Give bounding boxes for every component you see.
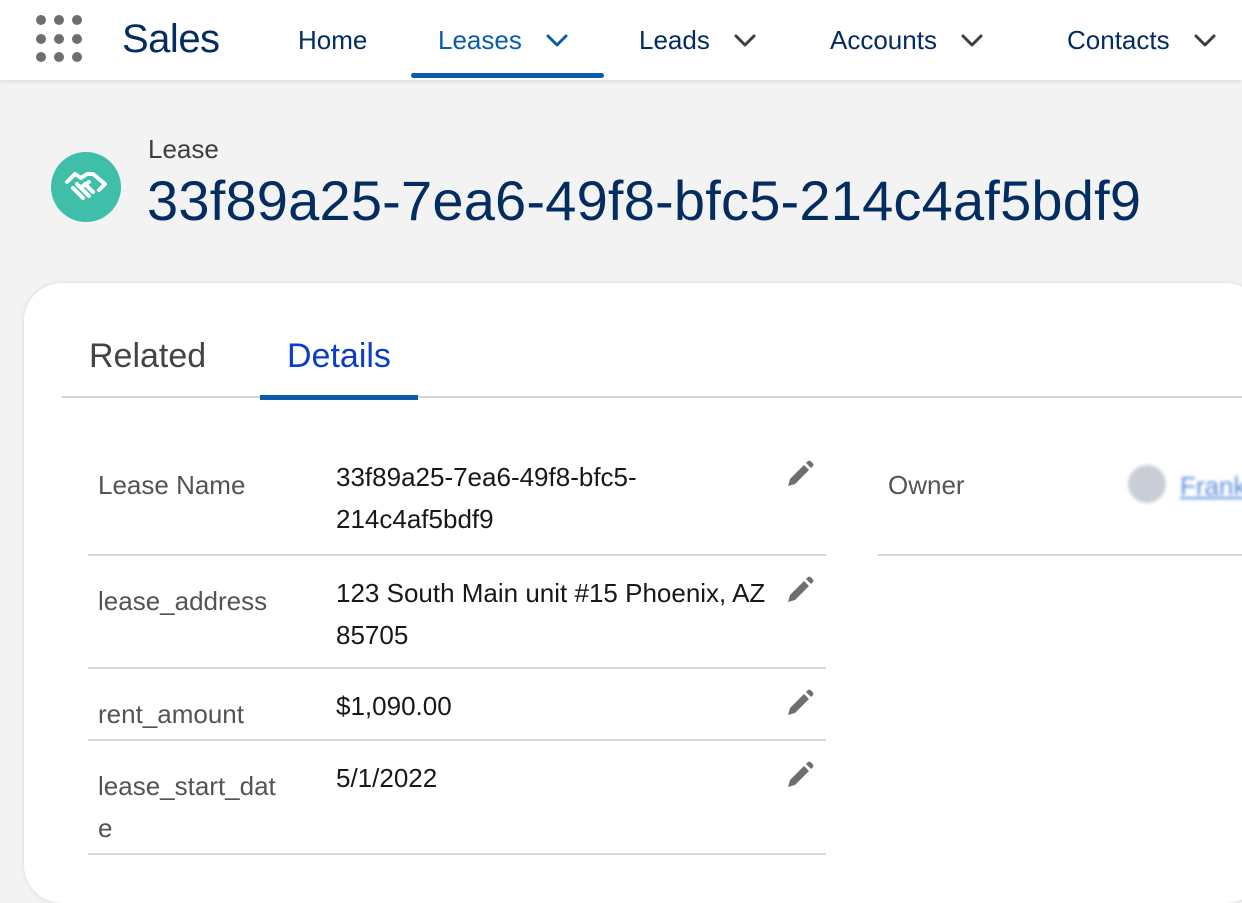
field-label: lease_address	[98, 586, 268, 616]
owner-avatar	[1128, 465, 1166, 503]
pencil-edit-icon[interactable]	[782, 687, 816, 721]
field-lease-start-date: lease_start_date 5/1/2022	[88, 741, 826, 855]
field-label: Lease Name	[98, 470, 246, 500]
pencil-edit-icon[interactable]	[782, 458, 816, 492]
field-lease-name: Lease Name 33f89a25-7ea6-49f8-bfc5-214c4…	[88, 440, 826, 556]
record-tabs: Related Details	[62, 318, 1242, 400]
nav-item-label: Leases	[438, 24, 522, 55]
tab-details[interactable]: Details	[260, 318, 418, 400]
field-rent-amount: rent_amount $1,090.00	[88, 669, 826, 741]
app-launcher-icon[interactable]	[36, 15, 84, 63]
owner-name-link[interactable]: Frank	[1180, 466, 1242, 506]
active-tab-indicator	[411, 73, 604, 78]
nav-item-home[interactable]: Home	[298, 0, 367, 80]
field-value: 5/1/2022	[336, 763, 438, 793]
object-type-label: Lease	[148, 134, 219, 164]
nav-item-label: Leads	[639, 24, 710, 55]
tab-related[interactable]: Related	[89, 318, 206, 398]
pencil-edit-icon[interactable]	[782, 574, 816, 608]
field-value: 33f89a25-7ea6-49f8-bfc5-214c4af5bdf9	[336, 462, 637, 534]
field-label: rent_amount	[98, 699, 244, 729]
tab-label: Details	[287, 337, 391, 375]
nav-item-leads[interactable]: Leads	[639, 0, 758, 80]
chevron-down-icon[interactable]	[959, 27, 985, 53]
chevron-down-icon[interactable]	[732, 27, 758, 53]
field-label: lease_start_date	[98, 771, 276, 843]
nav-item-accounts[interactable]: Accounts	[830, 0, 985, 80]
field-owner: Owner Frank	[878, 440, 1242, 556]
field-label: Owner	[888, 470, 965, 500]
global-navigation: Sales Home Leases Leads Accounts Contact…	[0, 0, 1242, 80]
nav-item-label: Home	[298, 24, 368, 55]
nav-item-leases[interactable]: Leases	[411, 0, 604, 80]
field-lease-address: lease_address 123 South Main unit #15 Ph…	[88, 556, 826, 669]
app-name: Sales	[122, 17, 220, 61]
nav-item-label: Accounts	[830, 24, 937, 55]
handshake-icon	[51, 152, 121, 222]
chevron-down-icon[interactable]	[544, 27, 570, 53]
chevron-down-icon[interactable]	[1192, 27, 1218, 53]
field-value: 123 South Main unit #15 Phoenix, AZ 8570…	[336, 578, 766, 650]
pencil-edit-icon[interactable]	[782, 759, 816, 793]
record-title: 33f89a25-7ea6-49f8-bfc5-214c4af5bdf9	[147, 169, 1142, 232]
field-value: $1,090.00	[336, 691, 452, 721]
nav-item-contacts[interactable]: Contacts	[1067, 0, 1218, 80]
nav-item-label: Contacts	[1067, 24, 1170, 55]
